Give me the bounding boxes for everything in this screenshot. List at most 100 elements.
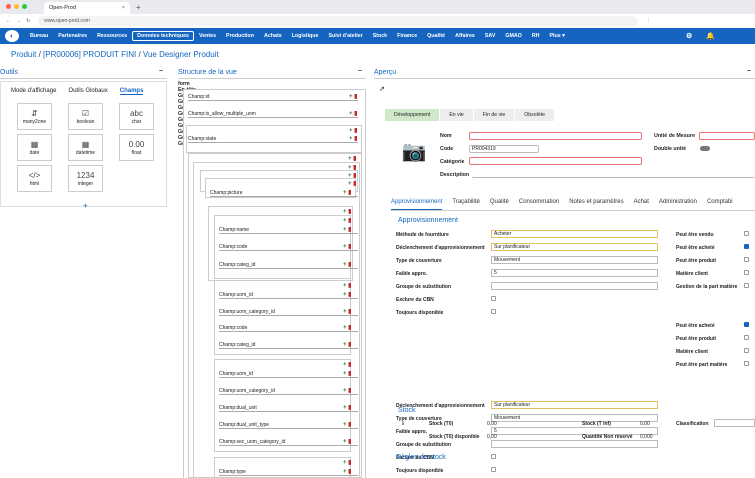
delete-icon[interactable]: ▮	[348, 439, 351, 445]
tree-node[interactable]: Champ:type	[219, 469, 358, 476]
delete-icon[interactable]: ▮	[348, 190, 351, 196]
option-checkbox[interactable]	[744, 322, 749, 327]
delete-icon[interactable]: ▮	[353, 165, 356, 171]
collapse-structure-button[interactable]: −	[358, 68, 362, 75]
nav-item[interactable]: SAV	[480, 33, 501, 39]
classification-input[interactable]	[714, 419, 755, 427]
widget-float[interactable]: 0.00 float	[119, 134, 154, 161]
delete-icon[interactable]: ▮	[348, 405, 351, 411]
apercu-tab[interactable]: Approvisionnement	[391, 199, 443, 210]
tree-node[interactable]: Champ:uom_category_id	[219, 309, 358, 316]
delete-icon[interactable]: ▮	[354, 111, 357, 117]
delete-icon[interactable]: ▮	[348, 209, 351, 215]
delete-icon[interactable]: ▮	[348, 244, 351, 250]
tree-node[interactable]: Champ:state	[188, 136, 358, 143]
apercu-tab[interactable]: Qualité	[490, 199, 509, 210]
extensions-icon[interactable]: ⋮	[646, 18, 651, 24]
status-step[interactable]: Fin de vie	[473, 109, 515, 121]
tree-node[interactable]: Champ:categ_id	[219, 262, 358, 269]
delete-icon[interactable]: ▮	[348, 292, 351, 298]
apercu-tab[interactable]: Achat	[634, 199, 649, 210]
delete-icon[interactable]: ▮	[348, 342, 351, 348]
option-checkbox[interactable]	[744, 283, 749, 288]
tree-node[interactable]: Champ:categ_id	[219, 342, 358, 349]
add-field-icon[interactable]: +	[83, 201, 88, 210]
tree-node[interactable]: Champ:sec_uom_category_id	[219, 439, 358, 446]
nav-item[interactable]: Bureau	[25, 33, 53, 39]
nav-item[interactable]: Achats	[259, 33, 287, 39]
nav-item[interactable]: GMAO	[500, 33, 526, 39]
field-input[interactable]: Mouvement	[491, 414, 658, 422]
delete-icon[interactable]: ▮	[353, 173, 356, 179]
nav-item[interactable]: Logistique	[287, 33, 324, 39]
widget-datetime[interactable]: ▦ datetime	[68, 134, 103, 161]
nav-item[interactable]: Affaires	[450, 33, 480, 39]
delete-icon[interactable]: ▮	[348, 362, 351, 368]
option-checkbox[interactable]	[744, 270, 749, 275]
tree-node[interactable]: Champ:uom_id	[219, 371, 358, 378]
delete-icon[interactable]: ▮	[348, 469, 351, 475]
option-checkbox[interactable]	[744, 244, 749, 249]
nav-item[interactable]: Ressources	[92, 33, 132, 39]
delete-icon[interactable]: ▮	[353, 181, 356, 187]
apercu-tab[interactable]: Administration	[659, 199, 697, 210]
browser-tab[interactable]: Open-Prod ×	[44, 2, 130, 14]
new-tab-icon[interactable]: +	[136, 3, 141, 12]
nav-item[interactable]: Partenaires	[53, 33, 92, 39]
app-logo[interactable]: ◐	[5, 30, 19, 42]
settings-icon[interactable]: ⚙	[686, 32, 692, 40]
nav-item[interactable]: Plus ▾	[545, 33, 570, 39]
field-checkbox[interactable]	[491, 454, 496, 459]
collapse-tools-button[interactable]: −	[159, 68, 163, 75]
option-checkbox[interactable]	[744, 348, 749, 353]
nav-item[interactable]: Données techniques	[132, 31, 194, 41]
delete-icon[interactable]: ▮	[353, 156, 356, 162]
field-checkbox[interactable]	[491, 296, 496, 301]
notifications-icon[interactable]: 🔔	[706, 32, 715, 40]
nav-item[interactable]: Qualité	[422, 33, 450, 39]
delete-icon[interactable]: ▮	[348, 388, 351, 394]
tree-node[interactable]: Champ:dual_unit_type	[219, 422, 358, 429]
field-input[interactable]	[491, 282, 658, 290]
categorie-select[interactable]	[469, 157, 642, 165]
status-step[interactable]: Obsolète	[515, 109, 555, 121]
tree-node[interactable]: Champ:dual_unit	[219, 405, 358, 412]
breadcrumb-root[interactable]: Produit	[11, 50, 36, 59]
nav-item[interactable]: Ventes	[194, 33, 221, 39]
uom-input[interactable]	[699, 132, 755, 140]
tools-tab[interactable]: Outils Globaux	[68, 88, 107, 95]
apercu-tab[interactable]: Notes et paramètres	[569, 199, 623, 210]
tree-node[interactable]: Champ:uom_id	[219, 292, 358, 299]
apercu-tab[interactable]: Traçabilité	[452, 199, 479, 210]
widget-boolean[interactable]: ☑ boolean	[68, 103, 103, 130]
widget-many2one[interactable]: ⇵ many2one	[17, 103, 52, 130]
field-checkbox[interactable]	[491, 309, 496, 314]
forward-icon[interactable]: →	[16, 18, 21, 24]
external-link-icon[interactable]: ⇗	[379, 85, 385, 93]
field-input[interactable]: Sur planificateur	[491, 401, 658, 409]
code-input[interactable]: PR004319	[469, 145, 539, 153]
back-icon[interactable]: ←	[6, 18, 11, 24]
widget-integer[interactable]: 1234 integer	[68, 165, 103, 192]
nav-item[interactable]: Finance	[392, 33, 422, 39]
delete-icon[interactable]: ▮	[348, 325, 351, 331]
status-step[interactable]: En vie	[440, 109, 473, 121]
delete-icon[interactable]: ▮	[354, 128, 357, 134]
tree-node[interactable]: Champ:code	[219, 325, 358, 332]
collapse-apercu-button[interactable]: −	[747, 68, 751, 75]
delete-icon[interactable]: ▮	[348, 218, 351, 224]
option-checkbox[interactable]	[744, 361, 749, 366]
nav-item[interactable]: Stock	[368, 33, 392, 39]
address-bar[interactable]: www.open-prod.com	[38, 16, 639, 26]
apercu-tab[interactable]: Comptabi	[707, 199, 733, 210]
field-input[interactable]: Sur planificateur	[491, 243, 658, 251]
apercu-tab[interactable]: Consommation	[519, 199, 559, 210]
close-tab-icon[interactable]: ×	[122, 5, 125, 11]
description-input[interactable]	[472, 170, 755, 178]
delete-icon[interactable]: ▮	[348, 460, 351, 466]
tree-node[interactable]: Champ:is_allow_multiple_uom	[188, 111, 358, 118]
reload-icon[interactable]: ↻	[26, 18, 30, 24]
tools-tab[interactable]: Mode d'affichage	[11, 88, 56, 95]
delete-icon[interactable]: ▮	[348, 227, 351, 233]
option-checkbox[interactable]	[744, 335, 749, 340]
